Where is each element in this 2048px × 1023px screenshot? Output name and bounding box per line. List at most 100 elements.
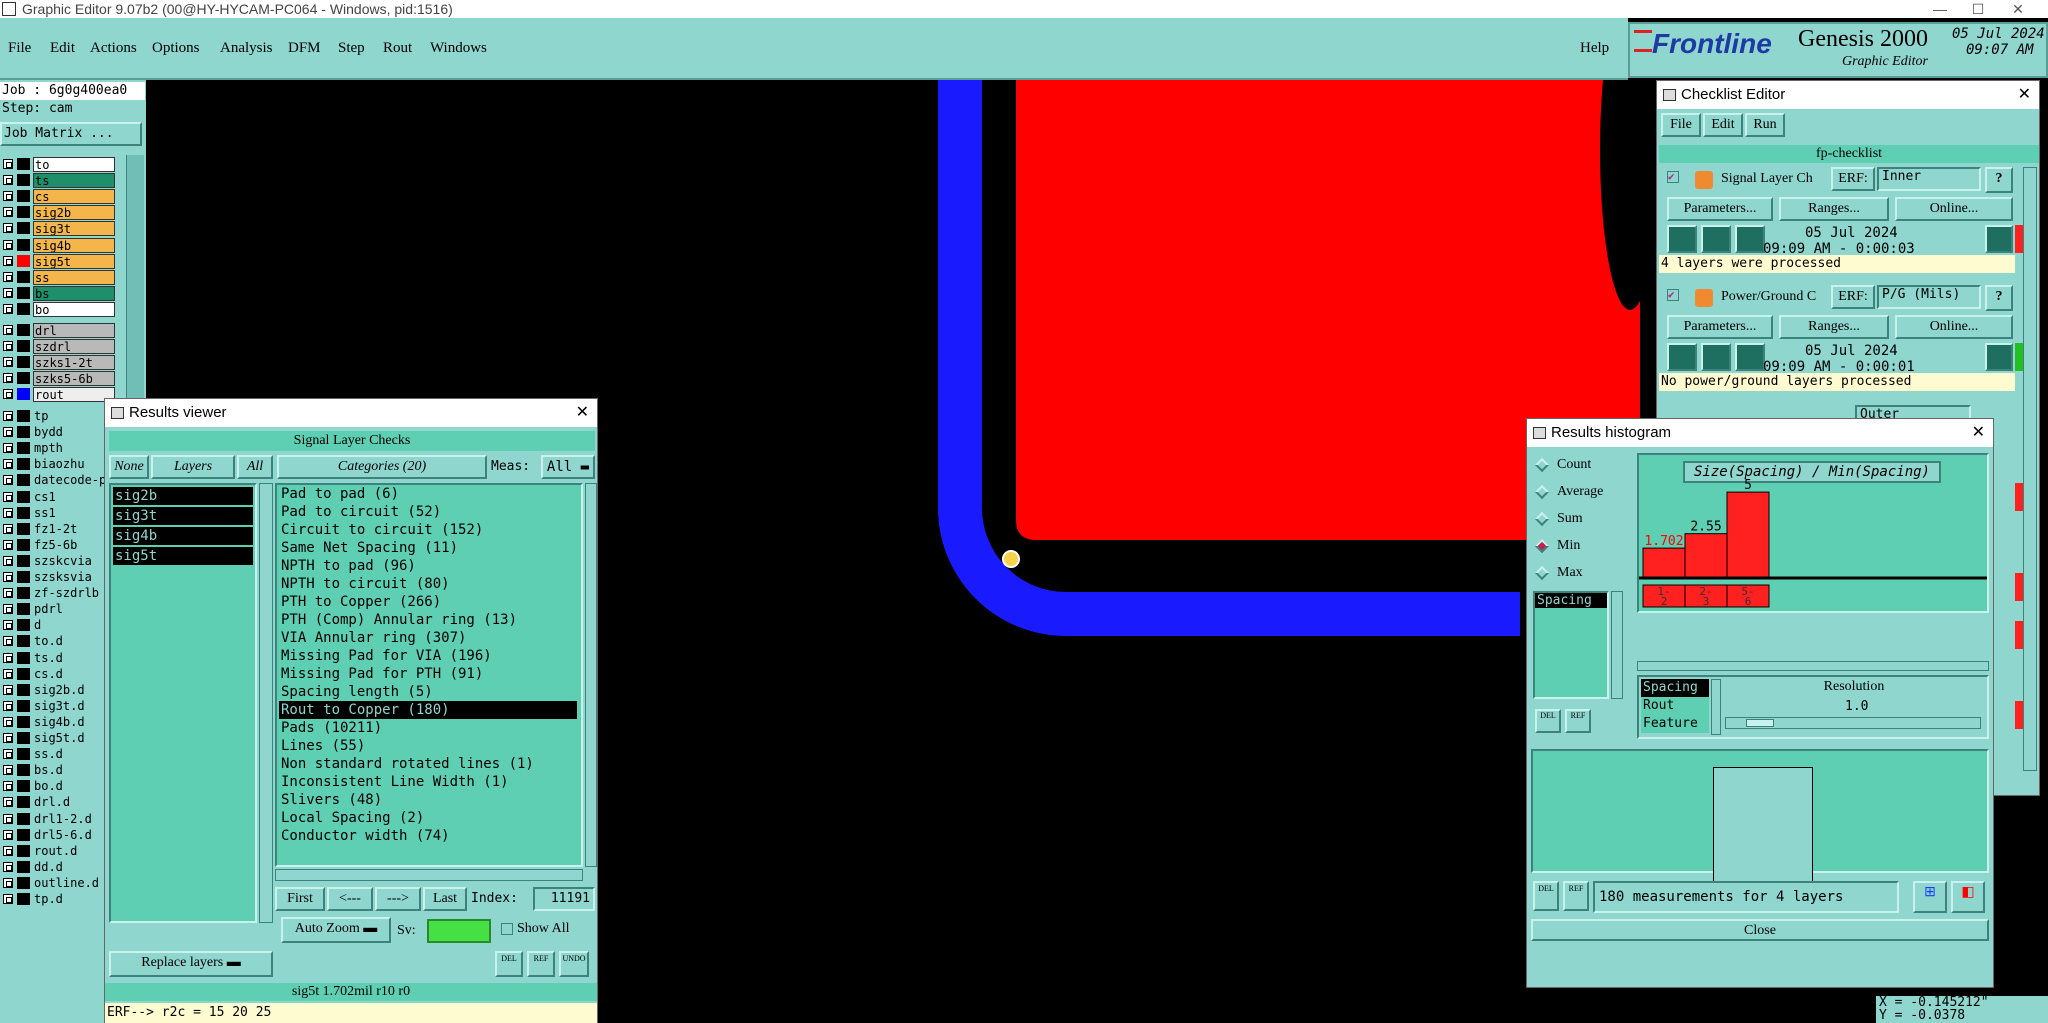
layer-name[interactable]: drl5-6.d [33,827,115,843]
layer-checkbox[interactable] [3,341,13,352]
layer-name[interactable]: biaozhu [33,457,115,473]
ref-icon[interactable]: REF [527,951,555,977]
category-item[interactable]: Missing Pad for VIA (196) [279,647,577,665]
menu-edit[interactable]: Edit [50,40,75,57]
layer-checkbox[interactable] [3,894,13,904]
undo-icon[interactable]: UNDO [559,951,589,977]
histogram-chart[interactable]: Size(Spacing) / Min(Spacing) 1.702 1- 2 2.5… [1637,453,1989,613]
layer-name[interactable]: bo [33,301,115,317]
layer-name[interactable]: tp [33,409,115,424]
layer-name[interactable]: sig3t.d [33,698,115,714]
layer-checkbox[interactable] [3,255,13,266]
close-icon[interactable]: ✕ [2018,81,2031,109]
layer-row[interactable]: szskcvia [0,553,116,569]
histogram-hscrollbar[interactable] [1637,661,1989,671]
layer-checkbox[interactable] [3,749,13,760]
marker-icon[interactable] [1002,550,1020,568]
histogram-attr-list[interactable]: Spacing [1533,591,1609,699]
erf-button[interactable]: ERF: [1831,285,1875,309]
layer-row[interactable]: to.d [0,633,116,650]
layer-name[interactable]: dd.d [33,859,115,875]
layer-row[interactable]: ts.d [0,650,116,666]
category-item[interactable]: Spacing length (5) [279,683,577,701]
category-item[interactable]: Inconsistent Line Width (1) [279,773,577,791]
layer-row[interactable]: bo [0,301,116,317]
layer-checkbox[interactable] [3,620,13,631]
layer-checkbox[interactable] [3,239,13,250]
layer-row[interactable]: datecode-p [0,472,116,489]
parameters-button[interactable]: Parameters... [1667,197,1773,221]
layer-name[interactable]: tp.d [33,892,115,907]
menu-step[interactable]: Step [338,40,365,57]
checklist-scrollbar[interactable] [2023,167,2037,771]
layer-name[interactable]: bo.d [33,779,115,795]
layer-row[interactable]: fz5-6b [0,537,116,553]
layer-row[interactable]: bo.d [0,778,116,795]
layer-row[interactable]: bs.d [0,762,116,779]
checklist-menu-run[interactable]: Run [1745,113,1785,137]
run-step-icon[interactable] [1701,225,1731,253]
close-button[interactable]: ✕ [1998,0,2038,18]
erf-button[interactable]: ERF: [1831,167,1875,191]
radio-diamond-icon[interactable] [1534,511,1550,527]
layer-row[interactable]: ts [0,172,116,189]
minimize-button[interactable]: — [1920,0,1960,18]
layer-checkbox[interactable] [3,389,13,400]
mode-radio-min[interactable]: Min [1534,536,1629,558]
layer-row[interactable]: drl1-2.d [0,811,116,827]
layer-checkbox[interactable] [3,303,13,314]
category-item[interactable]: Pads (10211) [279,719,577,737]
online-button[interactable]: Online... [1895,315,2013,339]
layer-checkbox[interactable] [3,459,13,470]
layer-name[interactable]: d [33,618,115,634]
layer-name[interactable]: cs [33,189,115,205]
menu-file[interactable]: File [8,40,31,57]
category-item[interactable]: PTH to Copper (266) [279,593,577,611]
result-layer-item[interactable]: sig3t [113,507,253,525]
layer-checkbox[interactable] [3,223,13,234]
index-field[interactable]: 11191 [533,887,595,911]
layer-row[interactable]: mpth [0,440,116,457]
run-stop-icon[interactable] [1735,225,1765,253]
layer-row[interactable]: rout.d [0,843,116,859]
layer-name[interactable]: rout [33,387,115,403]
help-button[interactable]: ? [1985,285,2013,311]
layer-name[interactable]: sig3t [33,221,115,237]
layer-name[interactable]: cs.d [33,666,115,682]
layer-checkbox[interactable] [3,507,13,518]
result-layer-item[interactable]: sig2b [113,487,253,505]
layer-row[interactable]: bs [0,285,116,301]
layer-name[interactable]: sig5t.d [33,731,115,746]
layer-row[interactable]: cs [0,188,116,205]
layer-name[interactable]: szks5-6b [33,371,115,387]
layer-name[interactable]: ts.d [33,650,115,666]
del-icon[interactable]: DEL [1533,881,1559,911]
erf-field[interactable]: Inner [1877,167,1981,191]
category-item[interactable]: Slivers (48) [279,791,577,809]
checklist-menu-edit[interactable]: Edit [1703,113,1743,137]
ref-icon[interactable]: REF [1563,881,1589,911]
layer-checkbox[interactable] [3,287,13,298]
layer-checkbox[interactable] [3,572,13,582]
layer-row[interactable]: szsksvia [0,569,116,585]
layer-row[interactable]: szks1-2t [0,354,116,371]
layer-name[interactable]: sig4b.d [33,714,115,730]
category-item[interactable]: Missing Pad for PTH (91) [279,665,577,683]
layer-checkbox[interactable] [3,877,13,888]
del-icon[interactable]: DEL [495,951,523,977]
histogram-bars[interactable]: 1.7021-22.552-355-6 [1639,455,1987,611]
attr-option[interactable]: Rout [1641,697,1709,715]
layer-checkbox[interactable] [3,443,13,454]
layer-name[interactable]: ss [33,269,115,285]
attr-option[interactable]: Spacing [1641,679,1709,697]
menu-rout[interactable]: Rout [383,40,412,57]
category-hscrollbar[interactable] [275,869,583,881]
histogram-bar[interactable] [1726,491,1770,578]
del-icon[interactable]: DEL [1535,709,1561,733]
category-item[interactable]: PTH (Comp) Annular ring (13) [279,611,577,629]
layer-name[interactable]: to [33,157,115,172]
check-toggle[interactable]: ✔ [1667,171,1679,183]
layer-checkbox[interactable] [3,373,13,384]
result-layer-item[interactable]: sig4b [113,527,253,545]
layer-name[interactable]: bs [33,285,115,301]
